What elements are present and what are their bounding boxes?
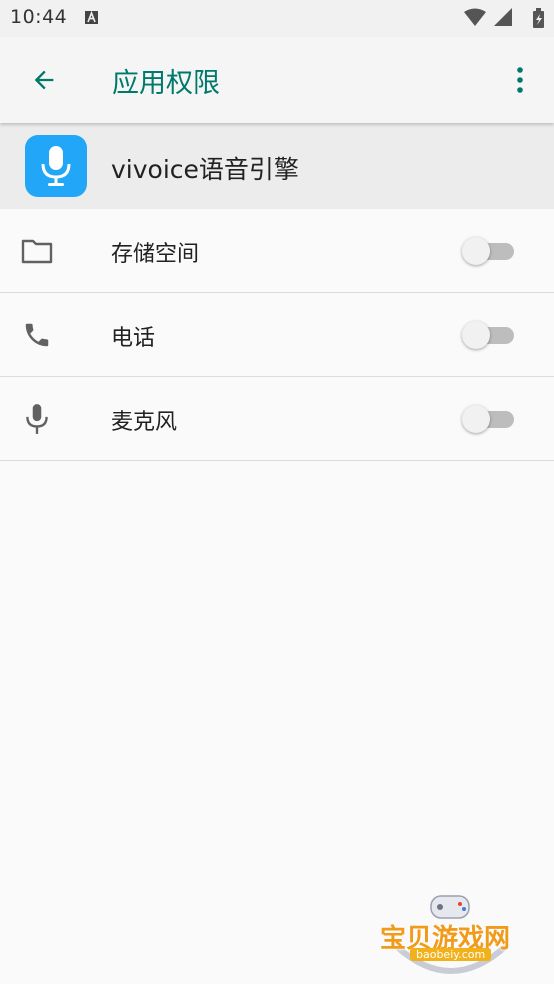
permission-label: 存储空间 <box>111 242 200 267</box>
permission-row-storage[interactable]: 存储空间 <box>0 209 554 293</box>
permission-row-phone[interactable]: 电话 <box>0 293 554 377</box>
permission-label: 麦克风 <box>111 410 178 435</box>
phone-icon <box>25 323 49 347</box>
phone-toggle[interactable] <box>462 321 514 349</box>
app-header: vivoice语音引擎 <box>0 123 554 209</box>
wifi-icon <box>464 8 486 26</box>
status-icons <box>464 8 544 28</box>
microphone-icon <box>41 146 71 186</box>
battery-icon <box>533 8 544 28</box>
storage-toggle[interactable] <box>462 237 514 265</box>
notification-a-icon <box>85 11 98 24</box>
status-time: 10:44 <box>10 6 68 28</box>
app-name: vivoice语音引擎 <box>111 155 299 184</box>
page-title: 应用权限 <box>112 68 220 99</box>
arrow-back-icon <box>34 70 54 90</box>
status-bar: 10:44 <box>0 0 554 37</box>
app-icon <box>25 135 87 197</box>
permission-row-microphone[interactable]: 麦克风 <box>0 377 554 461</box>
watermark-url: baobeiy.com <box>410 948 492 961</box>
toolbar: 应用权限 <box>0 37 554 123</box>
watermark: 宝贝游戏网 baobeiy.com <box>376 888 526 980</box>
signal-icon <box>494 8 512 26</box>
folder-icon <box>21 239 53 264</box>
microphone-icon <box>26 404 48 434</box>
more-vert-icon <box>517 67 523 93</box>
back-button[interactable] <box>22 58 66 102</box>
more-options-button[interactable] <box>502 58 538 102</box>
permission-label: 电话 <box>111 326 156 351</box>
microphone-toggle[interactable] <box>462 405 514 433</box>
